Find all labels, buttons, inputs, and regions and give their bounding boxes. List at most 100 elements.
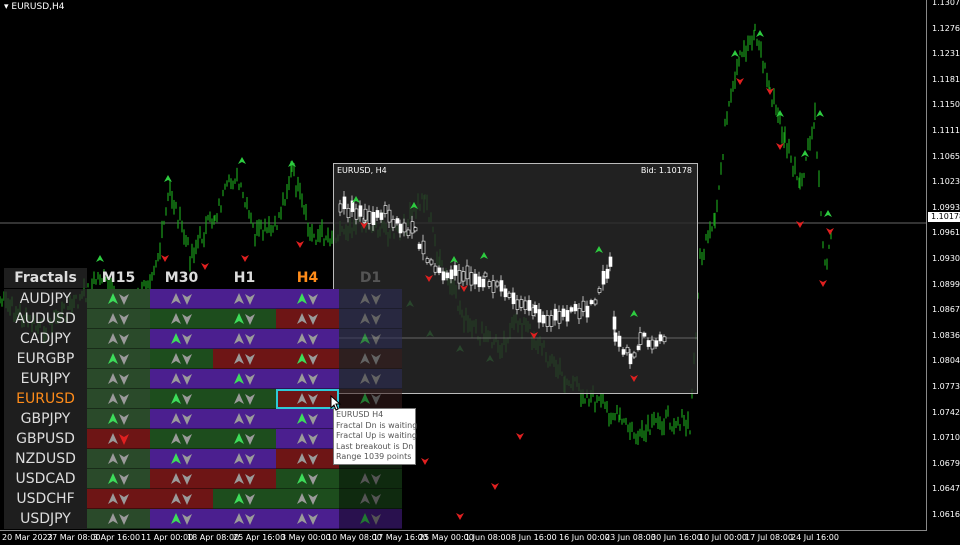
fractal-cell[interactable] — [213, 489, 276, 509]
fractal-cell[interactable] — [87, 509, 150, 529]
tooltip-line: Fractal Up is waiting — [336, 431, 417, 440]
fractal-cell[interactable] — [213, 309, 276, 329]
fractal-cell[interactable] — [87, 409, 150, 429]
fractal-cell[interactable] — [213, 349, 276, 369]
fractal-cell[interactable] — [150, 449, 213, 469]
fractal-arrows-icon — [297, 353, 318, 365]
fractal-cell[interactable] — [150, 329, 213, 349]
fractal-cell[interactable] — [339, 309, 402, 329]
symbol-nzdusd[interactable]: NZDUSD — [4, 449, 87, 469]
symbol-audjpy[interactable]: AUDJPY — [4, 289, 87, 309]
fractal-cell[interactable] — [87, 349, 150, 369]
fractal-cell[interactable] — [213, 329, 276, 349]
fractal-cell[interactable] — [213, 449, 276, 469]
fractal-cell[interactable] — [276, 469, 339, 489]
fractal-cell[interactable] — [150, 309, 213, 329]
fractal-cell[interactable] — [87, 449, 150, 469]
timeframe-header-m15[interactable]: M15 — [87, 268, 150, 288]
fractal-arrows-icon — [108, 453, 129, 465]
chart-title: ▾ EURUSD,H4 — [4, 2, 65, 12]
fractal-cell[interactable] — [339, 469, 402, 489]
mini-chart-title: EURUSD, H4 — [337, 166, 387, 175]
fractal-cell[interactable] — [276, 369, 339, 389]
fractal-cell[interactable] — [276, 329, 339, 349]
fractal-cell[interactable] — [339, 509, 402, 529]
timeframe-header-h1[interactable]: H1 — [213, 268, 276, 288]
fractal-cell[interactable] — [339, 489, 402, 509]
symbol-gbpjpy[interactable]: GBPJPY — [4, 409, 87, 429]
fractal-cell[interactable] — [276, 509, 339, 529]
time-tick-label: 20 Mar 2023 — [2, 533, 53, 542]
fractal-cell[interactable] — [213, 289, 276, 309]
fractal-cell[interactable] — [87, 289, 150, 309]
time-tick-label: 16 Jun 00:00 — [559, 533, 610, 542]
fractal-arrows-icon — [108, 413, 129, 425]
fractal-cell[interactable] — [339, 289, 402, 309]
fractal-cell[interactable] — [276, 409, 339, 429]
fractal-cell[interactable] — [213, 509, 276, 529]
fractal-cell[interactable] — [213, 469, 276, 489]
price-tick-label: 1.12760 — [932, 23, 960, 33]
symbol-cadjpy[interactable]: CADJPY — [4, 329, 87, 349]
symbol-usdjpy[interactable]: USDJPY — [4, 509, 87, 529]
fractal-cell[interactable] — [150, 369, 213, 389]
fractal-arrows-icon — [297, 293, 318, 305]
timeframe-header-d1[interactable]: D1 — [339, 268, 402, 288]
fractal-cell[interactable] — [87, 329, 150, 349]
symbol-eurgbp[interactable]: EURGBP — [4, 349, 87, 369]
fractal-arrows-icon — [171, 513, 192, 525]
fractal-cell[interactable] — [150, 349, 213, 369]
fractal-cell[interactable] — [87, 389, 150, 409]
fractal-cell[interactable] — [87, 309, 150, 329]
fractal-cell[interactable] — [213, 369, 276, 389]
fractal-up-marker — [164, 175, 172, 182]
symbol-usdcad[interactable]: USDCAD — [4, 469, 87, 489]
fractal-cell[interactable] — [150, 429, 213, 449]
symbol-eurusd[interactable]: EURUSD — [4, 389, 87, 409]
fractal-cell[interactable] — [150, 289, 213, 309]
fractal-cell[interactable] — [339, 389, 402, 409]
fractal-cell[interactable] — [87, 469, 150, 489]
fractal-cell[interactable] — [150, 509, 213, 529]
fractal-cell[interactable] — [276, 309, 339, 329]
price-tick-label: 1.08675 — [932, 305, 960, 315]
fractal-cell[interactable] — [87, 369, 150, 389]
chart-menu-triangle-icon[interactable]: ▾ — [4, 2, 9, 12]
fractal-arrows-icon — [108, 513, 129, 525]
fractal-arrows-icon — [171, 313, 192, 325]
fractal-cell[interactable] — [87, 489, 150, 509]
symbol-usdchf[interactable]: USDCHF — [4, 489, 87, 509]
symbol-eurjpy[interactable]: EURJPY — [4, 369, 87, 389]
fractal-cell[interactable] — [150, 489, 213, 509]
symbol-gbpusd[interactable]: GBPUSD — [4, 429, 87, 449]
fractal-cell[interactable] — [213, 409, 276, 429]
fractal-cell[interactable] — [150, 389, 213, 409]
fractal-cell[interactable] — [276, 489, 339, 509]
timeframe-header-h4[interactable]: H4 — [276, 268, 339, 288]
fractal-arrows-icon — [171, 333, 192, 345]
fractal-arrows-icon — [171, 373, 192, 385]
symbol-audusd[interactable]: AUDUSD — [4, 309, 87, 329]
fractal-cell[interactable] — [150, 409, 213, 429]
fractal-cell[interactable] — [87, 429, 150, 449]
fractal-cell[interactable] — [276, 449, 339, 469]
fractal-cell[interactable] — [213, 429, 276, 449]
fractal-up-marker — [731, 50, 739, 57]
fractal-cell[interactable] — [276, 429, 339, 449]
fractal-cell[interactable] — [276, 289, 339, 309]
fractal-arrows-icon — [297, 413, 318, 425]
fractal-arrows-icon — [234, 513, 255, 525]
fractal-cell[interactable] — [213, 389, 276, 409]
fractal-cell[interactable] — [150, 469, 213, 489]
fractal-arrows-icon — [108, 333, 129, 345]
fractal-arrows-icon — [171, 493, 192, 505]
fractal-cell[interactable] — [339, 329, 402, 349]
fractal-cell[interactable] — [339, 369, 402, 389]
time-tick-label: 24 Jul 16:00 — [791, 533, 839, 542]
timeframe-header-m30[interactable]: M30 — [150, 268, 213, 288]
fractal-arrows-icon — [171, 393, 192, 405]
fractal-cell[interactable] — [339, 349, 402, 369]
fractal-cell[interactable] — [276, 349, 339, 369]
fractal-arrows-icon — [297, 333, 318, 345]
fractal-down-marker — [516, 433, 524, 440]
